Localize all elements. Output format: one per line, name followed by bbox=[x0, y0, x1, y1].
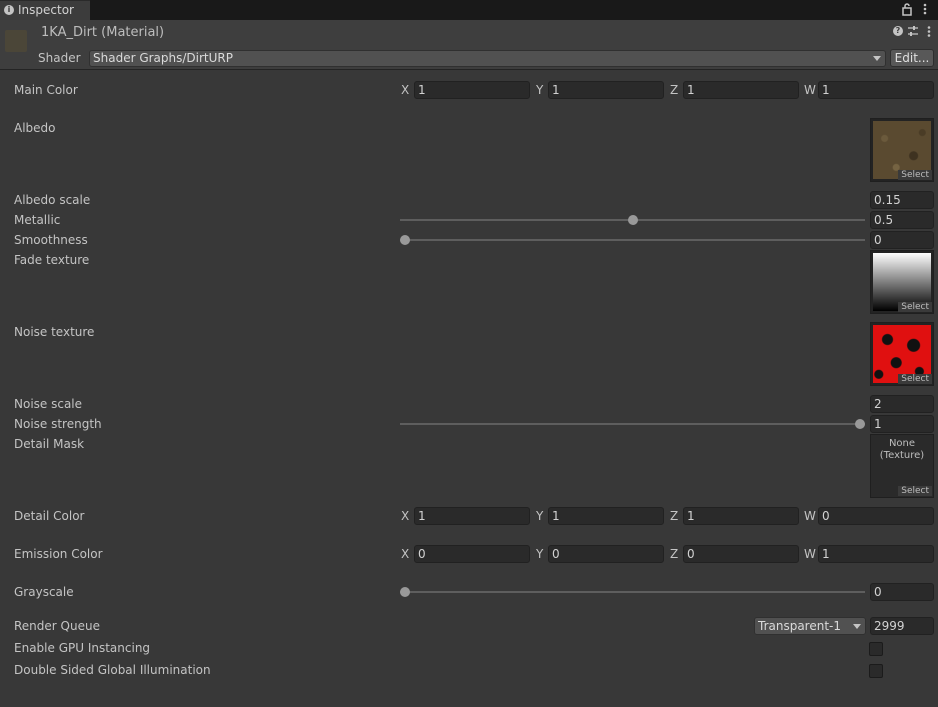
grayscale-field[interactable]: 0 bbox=[870, 583, 934, 601]
gpu-instancing-checkbox[interactable] bbox=[869, 642, 883, 656]
detail-color-z-field[interactable]: 1 bbox=[683, 507, 799, 525]
metallic-label: Metallic bbox=[14, 213, 61, 227]
noise-strength-slider-handle[interactable] bbox=[855, 419, 865, 429]
axis-w-label: W bbox=[804, 83, 816, 97]
double-sided-gi-label: Double Sided Global Illumination bbox=[14, 663, 211, 677]
detail-color-w-field[interactable]: 0 bbox=[818, 507, 934, 525]
emission-color-w-field[interactable]: 1 bbox=[818, 545, 934, 563]
kebab-menu-icon[interactable] bbox=[921, 2, 929, 16]
axis-w-label: W bbox=[804, 547, 816, 561]
axis-z-label: Z bbox=[670, 83, 679, 97]
noise-texture-select-button[interactable]: Select bbox=[898, 374, 932, 384]
fade-texture-slot[interactable]: Select bbox=[870, 250, 934, 314]
albedo-scale-label: Albedo scale bbox=[14, 193, 91, 207]
axis-z-label: Z bbox=[670, 547, 679, 561]
lock-icon[interactable] bbox=[901, 2, 913, 16]
preset-settings-icon[interactable] bbox=[907, 25, 919, 37]
detail-mask-label: Detail Mask bbox=[14, 437, 85, 451]
albedo-scale-field[interactable]: 0.15 bbox=[870, 191, 934, 209]
emission-color-label: Emission Color bbox=[14, 547, 103, 561]
axis-x-label: X bbox=[401, 547, 410, 561]
metallic-field[interactable]: 0.5 bbox=[870, 211, 934, 229]
axis-y-label: Y bbox=[536, 83, 544, 97]
tab-bar bbox=[0, 0, 938, 20]
axis-y-label: Y bbox=[536, 547, 544, 561]
detail-color-y-field[interactable]: 1 bbox=[548, 507, 664, 525]
emission-color-x-field[interactable]: 0 bbox=[414, 545, 530, 563]
axis-z-label: Z bbox=[670, 509, 679, 523]
chevron-down-icon bbox=[873, 56, 881, 61]
shader-dropdown-value: Shader Graphs/DirtURP bbox=[93, 51, 233, 65]
detail-mask-select-button[interactable]: Select bbox=[898, 486, 932, 496]
main-color-x-field[interactable]: 1 bbox=[414, 81, 530, 99]
albedo-label: Albedo bbox=[14, 121, 56, 135]
component-menu-icon[interactable] bbox=[925, 25, 933, 38]
noise-strength-label: Noise strength bbox=[14, 417, 102, 431]
grayscale-slider-track[interactable] bbox=[400, 591, 865, 593]
render-queue-field[interactable]: 2999 bbox=[870, 617, 934, 635]
main-color-label: Main Color bbox=[14, 83, 78, 97]
edit-shader-button[interactable]: Edit... bbox=[890, 49, 934, 67]
double-sided-gi-checkbox[interactable] bbox=[869, 664, 883, 678]
noise-scale-field[interactable]: 2 bbox=[870, 395, 934, 413]
noise-texture-label: Noise texture bbox=[14, 325, 95, 339]
albedo-texture-slot[interactable]: Select bbox=[870, 118, 934, 182]
noise-strength-slider-track[interactable] bbox=[400, 423, 865, 425]
axis-y-label: Y bbox=[536, 509, 544, 523]
albedo-select-button[interactable]: Select bbox=[898, 170, 932, 180]
detail-mask-slot[interactable]: None (Texture) Select bbox=[870, 434, 934, 498]
noise-texture-slot[interactable]: Select bbox=[870, 322, 934, 386]
gpu-instancing-label: Enable GPU Instancing bbox=[14, 641, 151, 655]
axis-w-label: W bbox=[804, 509, 816, 523]
shader-label: Shader bbox=[38, 51, 81, 65]
smoothness-label: Smoothness bbox=[14, 233, 88, 247]
detail-color-x-field[interactable]: 1 bbox=[414, 507, 530, 525]
main-color-w-field[interactable]: 1 bbox=[818, 81, 934, 99]
smoothness-field[interactable]: 0 bbox=[870, 231, 934, 249]
info-icon: i bbox=[4, 5, 14, 15]
emission-color-y-field[interactable]: 0 bbox=[548, 545, 664, 563]
fade-texture-label: Fade texture bbox=[14, 253, 90, 267]
grayscale-label: Grayscale bbox=[14, 585, 74, 599]
fade-texture-select-button[interactable]: Select bbox=[898, 302, 932, 312]
chevron-down-icon bbox=[853, 624, 861, 629]
help-icon[interactable]: ? bbox=[893, 26, 903, 36]
material-thumbnail bbox=[5, 30, 27, 52]
smoothness-slider-track[interactable] bbox=[400, 239, 865, 241]
axis-x-label: X bbox=[401, 83, 410, 97]
noise-scale-label: Noise scale bbox=[14, 397, 83, 411]
axis-x-label: X bbox=[401, 509, 410, 523]
metallic-slider-handle[interactable] bbox=[627, 215, 638, 225]
noise-strength-field[interactable]: 1 bbox=[870, 415, 934, 433]
tab-inspector-label: Inspector bbox=[18, 3, 74, 17]
main-color-z-field[interactable]: 1 bbox=[683, 81, 799, 99]
smoothness-slider-handle[interactable] bbox=[400, 235, 410, 245]
render-queue-dropdown-value: Transparent-1 bbox=[758, 619, 842, 633]
detail-mask-none-line2: (Texture) bbox=[879, 450, 925, 461]
main-color-y-field[interactable]: 1 bbox=[548, 81, 664, 99]
material-name: 1KA_Dirt (Material) bbox=[41, 25, 165, 40]
detail-mask-none-line1: None bbox=[888, 438, 916, 449]
detail-color-label: Detail Color bbox=[14, 509, 85, 523]
render-queue-label: Render Queue bbox=[14, 619, 100, 633]
grayscale-slider-handle[interactable] bbox=[400, 587, 410, 597]
emission-color-z-field[interactable]: 0 bbox=[683, 545, 799, 563]
